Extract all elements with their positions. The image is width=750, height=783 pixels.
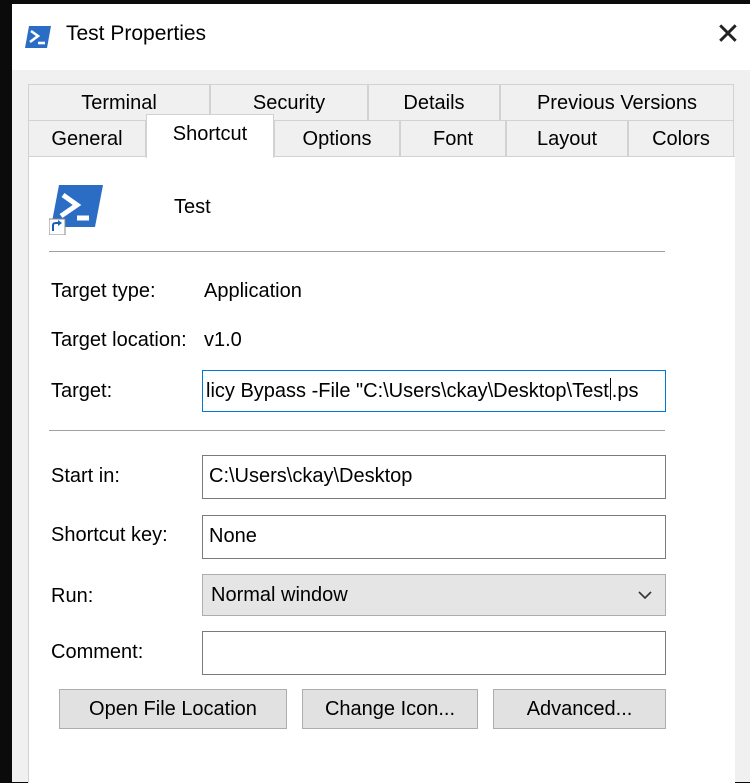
title-bar: Test Properties ✕ [12, 4, 750, 70]
window-title: Test Properties [66, 22, 207, 45]
target-location-label: Target location: [51, 329, 187, 351]
tab-layout[interactable]: Layout [506, 120, 628, 156]
tab-details[interactable]: Details [368, 84, 500, 120]
separator [49, 430, 665, 431]
tab-general[interactable]: General [28, 120, 146, 156]
run-label: Run: [51, 585, 94, 607]
close-icon: ✕ [715, 18, 741, 51]
open-file-location-button[interactable]: Open File Location [59, 689, 287, 729]
target-field-text-after: .ps [611, 380, 639, 402]
target-field[interactable]: licy Bypass -File "C:\Users\ckay\Desktop… [202, 370, 666, 412]
separator [49, 251, 665, 252]
tab-options[interactable]: Options [274, 120, 400, 156]
text-caret [609, 378, 611, 400]
tab-previous-versions[interactable]: Previous Versions [500, 84, 734, 120]
powershell-shortcut-icon [49, 185, 103, 235]
tab-colors[interactable]: Colors [628, 120, 734, 156]
change-icon-button[interactable]: Change Icon... [302, 689, 478, 729]
start-in-label: Start in: [51, 465, 120, 487]
shortcut-key-field[interactable]: None [202, 515, 666, 559]
run-select-value: Normal window [211, 584, 348, 606]
target-type-value: Application [204, 280, 302, 302]
target-location-value: v1.0 [204, 329, 242, 351]
shortcut-key-label: Shortcut key: [51, 524, 168, 546]
run-select[interactable]: Normal window [202, 574, 666, 616]
tab-shortcut[interactable]: Shortcut [146, 114, 274, 158]
target-type-label: Target type: [51, 280, 156, 302]
shortcut-name: Test [174, 196, 211, 218]
chevron-down-icon [637, 575, 653, 629]
start-in-field[interactable]: C:\Users\ckay\Desktop [202, 455, 666, 499]
tab-font[interactable]: Font [400, 120, 506, 156]
comment-field[interactable] [202, 631, 666, 675]
close-button[interactable]: ✕ [706, 14, 750, 58]
comment-label: Comment: [51, 641, 144, 663]
powershell-icon [25, 26, 51, 48]
target-field-text: licy Bypass -File "C:\Users\ckay\Desktop… [206, 380, 609, 402]
target-label: Target: [51, 380, 113, 402]
advanced-button[interactable]: Advanced... [493, 689, 666, 729]
